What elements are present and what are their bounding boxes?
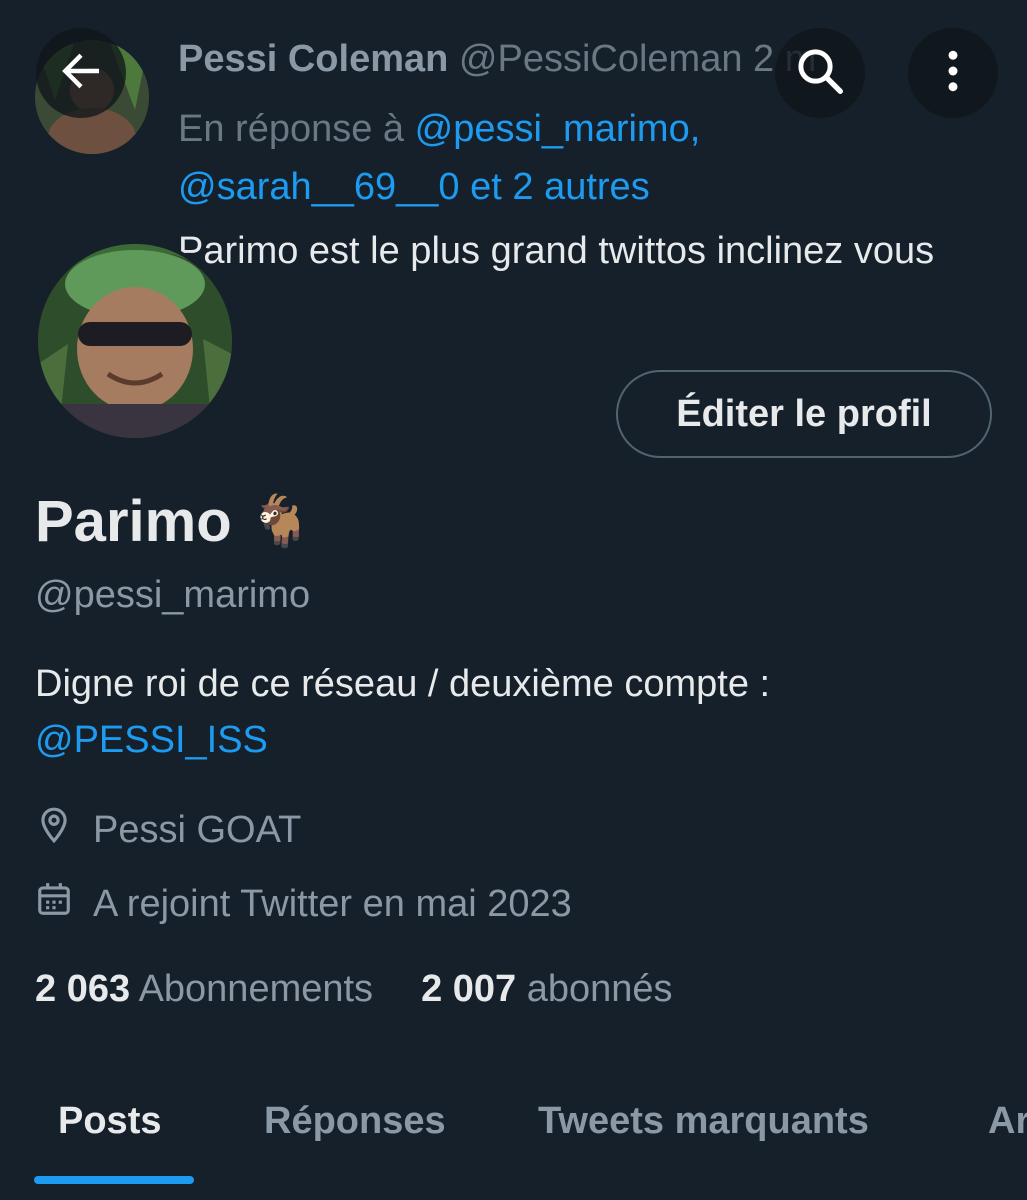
bio-mention-link[interactable]: @PESSI_ISS	[35, 712, 995, 768]
following-label: Abonnements	[138, 968, 374, 1010]
profile-avatar[interactable]	[34, 240, 236, 442]
profile-page: Pessi Coleman @PessiColeman 2 m En répon…	[0, 0, 1027, 1200]
tweet-header: Pessi Coleman @PessiColeman 2 m	[178, 38, 816, 81]
location-pin-icon	[35, 806, 73, 854]
tab-replies[interactable]: Réponses	[264, 1100, 446, 1143]
followers-count: 2 007	[421, 968, 517, 1010]
bio-text: Digne roi de ce réseau / deuxième compte…	[35, 663, 771, 705]
profile-location: Pessi GOAT	[35, 806, 301, 854]
following-link[interactable]: 2 063 Abonnements	[35, 968, 373, 1011]
back-arrow-icon	[54, 44, 108, 103]
reply-context: En réponse à @pessi_marimo, @sarah__69__…	[178, 100, 998, 216]
follow-stats: 2 063 Abonnements 2 007 abonnés	[35, 968, 673, 1011]
reply-mention-link[interactable]: @pessi_marimo,	[415, 108, 701, 150]
calendar-icon	[35, 880, 73, 928]
profile-handle: @pessi_marimo	[35, 574, 311, 616]
profile-join-date: A rejoint Twitter en mai 2023	[35, 880, 572, 928]
more-options-button[interactable]	[908, 28, 998, 118]
search-icon	[793, 44, 847, 103]
tab-highlights[interactable]: Tweets marquants	[538, 1100, 869, 1143]
search-button[interactable]	[775, 28, 865, 118]
followers-link[interactable]: 2 007 abonnés	[421, 968, 672, 1011]
followers-label: abonnés	[526, 968, 673, 1010]
reply-prefix: En réponse à	[178, 108, 405, 150]
back-button[interactable]	[36, 28, 126, 118]
edit-profile-button[interactable]: Éditer le profil	[616, 370, 992, 458]
tab-articles[interactable]: Ar	[988, 1100, 1027, 1143]
profile-display-name: Parimo 🐐	[35, 488, 312, 555]
tweet-author-name[interactable]: Pessi Coleman	[178, 38, 448, 80]
tab-posts[interactable]: Posts	[58, 1100, 161, 1143]
reply-mention-link[interactable]: @sarah__69__0	[178, 166, 460, 208]
tweet-author-handle: @PessiColeman	[458, 38, 743, 80]
reply-others-link[interactable]: et 2 autres	[470, 166, 650, 208]
more-vertical-icon	[926, 44, 980, 103]
profile-tabs: Posts Réponses Tweets marquants Ar	[0, 1090, 1027, 1200]
goat-emoji: 🐐	[249, 493, 312, 549]
join-date-text: A rejoint Twitter en mai 2023	[93, 882, 572, 925]
profile-bio: Digne roi de ce réseau / deuxième compte…	[35, 656, 995, 768]
location-text: Pessi GOAT	[93, 808, 302, 851]
following-count: 2 063	[35, 968, 131, 1010]
active-tab-indicator	[34, 1176, 194, 1184]
tweet-text: Parimo est le plus grand twittos incline…	[178, 230, 935, 272]
display-name-text: Parimo	[35, 489, 232, 554]
